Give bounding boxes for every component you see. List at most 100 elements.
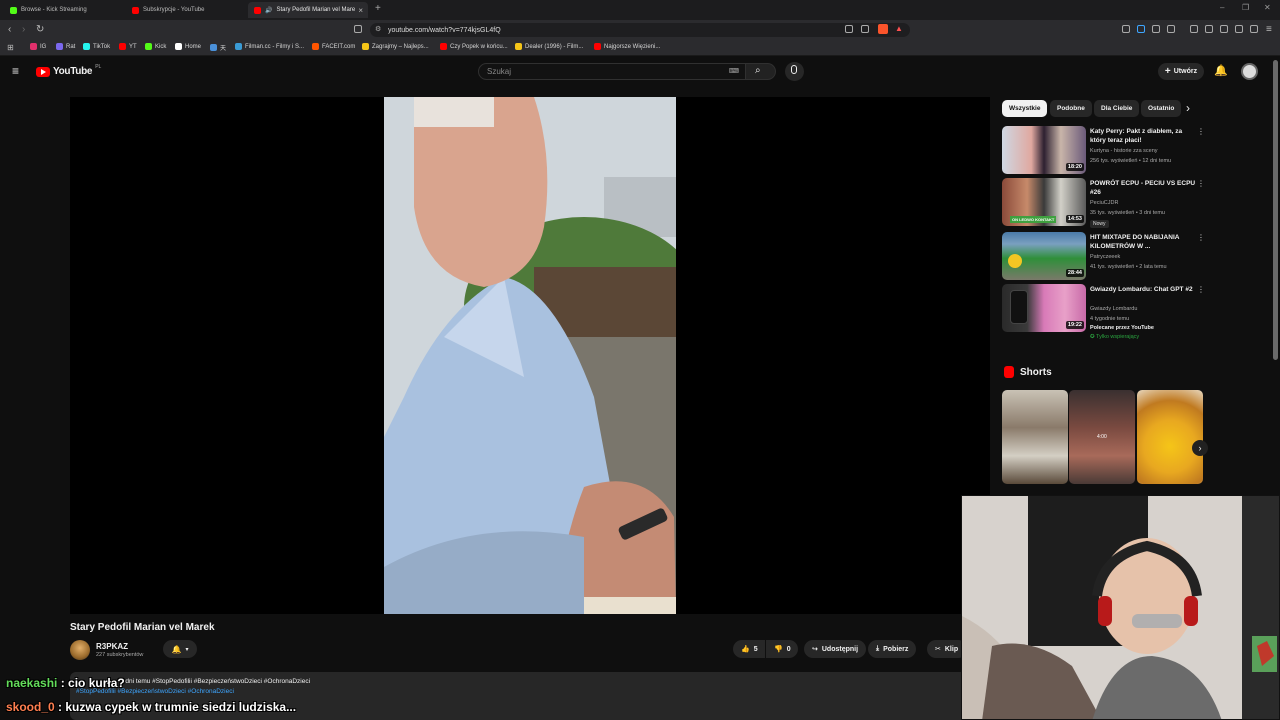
brave-shields-icon[interactable] — [878, 24, 888, 34]
site-settings-icon[interactable]: ⚙ — [375, 25, 381, 33]
chevron-right-icon[interactable]: › — [1186, 101, 1190, 115]
chevron-right-icon: › — [1198, 443, 1202, 453]
address-bar[interactable]: ⚙ youtube.com/watch?v=774kjsGL4fQ — [370, 23, 910, 37]
channel-name[interactable]: R3PKAZ — [96, 642, 128, 651]
more-options-icon[interactable]: ⋮ — [1197, 180, 1205, 188]
bookmark-item[interactable]: Zagrajmy – Najleps... — [362, 43, 429, 50]
share-page-icon[interactable] — [861, 25, 869, 33]
keyboard-icon[interactable]: ⌨ — [729, 64, 739, 79]
create-label: Utwórz — [1173, 68, 1198, 75]
bookmark-item[interactable]: 天 — [210, 43, 226, 52]
video-player[interactable] — [70, 97, 990, 614]
streamer-webcam — [961, 495, 1280, 720]
page-scrollbar[interactable] — [1273, 60, 1278, 360]
video-frame — [384, 97, 676, 614]
tab-current-video[interactable]: 🔊 Stary Pedofil Marian vel Mare × — [248, 2, 368, 18]
rewards-icon[interactable]: ▲ — [895, 24, 903, 33]
extensions-icon[interactable] — [1152, 25, 1160, 33]
minimize-icon[interactable]: – — [1220, 3, 1224, 12]
apps-grid-icon[interactable]: ⊞ — [7, 43, 14, 52]
wallet-icon[interactable] — [1220, 25, 1228, 33]
channel-avatar[interactable] — [70, 640, 90, 660]
recommendation-item[interactable]: ON LEDWO KONTAKT 14:53 POWRÓT ECPU - PEC… — [1002, 178, 1205, 228]
video-thumbnail[interactable]: 19:22 — [1002, 284, 1086, 332]
recommendation-item[interactable]: 19:22 Gwiazdy Lombardu: Chat GPT #2 Gwia… — [1002, 284, 1205, 340]
short-thumbnail[interactable] — [1137, 390, 1203, 484]
youtube-favicon-icon — [132, 6, 139, 14]
vpn-icon[interactable] — [1137, 25, 1145, 33]
bookmark-item[interactable]: Rat — [56, 43, 75, 50]
sidebar-icon[interactable] — [1205, 25, 1213, 33]
media-icon[interactable] — [1190, 25, 1198, 33]
bookmark-item[interactable]: Dealer (1996) - Film... — [515, 43, 583, 50]
search-placeholder: Szukaj — [487, 67, 512, 76]
shorts-next-button[interactable]: › — [1192, 440, 1208, 456]
download-button[interactable]: ⤓ Pobierz — [868, 640, 917, 658]
guide-menu-icon[interactable]: ≡ — [12, 64, 19, 78]
tab-label: Browse - Kick Streaming — [21, 7, 87, 13]
recommendation-item[interactable]: 28:44 HIT MIXTAPE DO NABIJANIA KILOMETRÓ… — [1002, 232, 1205, 282]
bookmark-item[interactable]: IG — [30, 43, 46, 50]
bookmark-item[interactable]: Najgorsze Więzieni... — [594, 43, 660, 50]
chip-related[interactable]: Podobne — [1050, 100, 1092, 117]
bookmark-item[interactable]: Kick — [145, 43, 166, 50]
create-button[interactable]: + Utwórz — [1158, 63, 1204, 80]
bookmark-item[interactable]: FACEIT.com — [312, 43, 355, 50]
close-tab-icon[interactable]: × — [358, 6, 363, 15]
chat-username: skood_0 — [6, 700, 55, 714]
bell-icon: 🔔 — [171, 644, 182, 654]
voice-search-button[interactable] — [785, 62, 804, 81]
bookmark-icon[interactable] — [354, 25, 362, 33]
close-window-icon[interactable]: ✕ — [1264, 3, 1271, 12]
bookmark-item[interactable]: Filman.cc - Filmy i S... — [235, 43, 304, 50]
reader-icon[interactable] — [1167, 25, 1175, 33]
chip-all[interactable]: Wszystkie — [1002, 100, 1048, 117]
bookmark-item[interactable]: Home — [175, 43, 201, 50]
video-thumbnail[interactable]: 18:20 — [1002, 126, 1086, 174]
bookmark-favicon-icon — [210, 44, 217, 51]
recommended-by-youtube: Polecane przez YouTube — [1090, 325, 1154, 331]
chip-recent[interactable]: Ostatnio — [1141, 100, 1181, 117]
bookmark-item[interactable]: YT — [119, 43, 137, 50]
video-thumbnail[interactable]: 28:44 — [1002, 232, 1086, 280]
shorts-logo-icon — [1004, 366, 1014, 378]
menu-icon[interactable]: ≡ — [1266, 24, 1272, 36]
install-app-icon[interactable] — [845, 25, 853, 33]
account-avatar[interactable] — [1241, 63, 1258, 80]
reload-icon[interactable]: ↻ — [36, 24, 44, 36]
more-options-icon[interactable]: ⋮ — [1197, 234, 1205, 242]
more-options-icon[interactable]: ⋮ — [1197, 128, 1205, 136]
short-thumbnail[interactable] — [1002, 390, 1068, 484]
short-timer-text: 4:00 — [1097, 434, 1107, 440]
youtube-logo[interactable]: YouTube PL — [36, 64, 101, 77]
youtube-icon — [594, 43, 601, 50]
back-icon[interactable]: ‹ — [8, 24, 11, 36]
tiktok-icon — [83, 43, 90, 50]
chip-for-you[interactable]: Dla Ciebie — [1094, 100, 1140, 117]
faceit-icon — [312, 43, 319, 50]
subscription-bell-button[interactable]: 🔔 ▾ — [163, 640, 197, 658]
bookmark-item[interactable]: TikTok — [83, 43, 110, 50]
bookmark-item[interactable]: Czy Popek w końcu... — [440, 43, 508, 50]
search-button[interactable]: ⌕ — [746, 63, 776, 80]
video-thumbnail[interactable]: ON LEDWO KONTAKT 14:53 — [1002, 178, 1086, 226]
new-tab-button[interactable]: + — [375, 3, 381, 14]
more-options-icon[interactable]: ⋮ — [1197, 286, 1205, 294]
tab-subscriptions[interactable]: Subskrypcje - YouTube — [126, 2, 246, 18]
forward-icon[interactable]: › — [22, 24, 25, 36]
share-button[interactable]: ↪ Udostępnij — [804, 640, 867, 658]
recommendation-title: POWRÓT ECPU - PECIU VS ECPU #26 — [1090, 180, 1196, 196]
search-input[interactable]: Szukaj ⌨ — [478, 63, 746, 80]
short-thumbnail[interactable]: 4:00 — [1069, 390, 1135, 484]
notifications-bell-icon[interactable]: 🔔 — [1214, 64, 1228, 77]
tab-kick[interactable]: Browse - Kick Streaming — [4, 2, 124, 18]
like-button[interactable]: 👍 5 — [733, 640, 765, 658]
extension-icon[interactable] — [1122, 25, 1130, 33]
recommendation-item[interactable]: 18:20 Katy Perry: Pakt z diabłem, za któ… — [1002, 126, 1205, 176]
restore-icon[interactable]: ❐ — [1242, 3, 1249, 12]
share-label: Udostępnij — [821, 645, 859, 653]
video-duration: 18:20 — [1065, 163, 1084, 171]
leo-ai-icon[interactable] — [1235, 25, 1243, 33]
vpn-shield-icon[interactable] — [1250, 25, 1258, 33]
dislike-button[interactable]: 👎 0 — [766, 640, 798, 658]
